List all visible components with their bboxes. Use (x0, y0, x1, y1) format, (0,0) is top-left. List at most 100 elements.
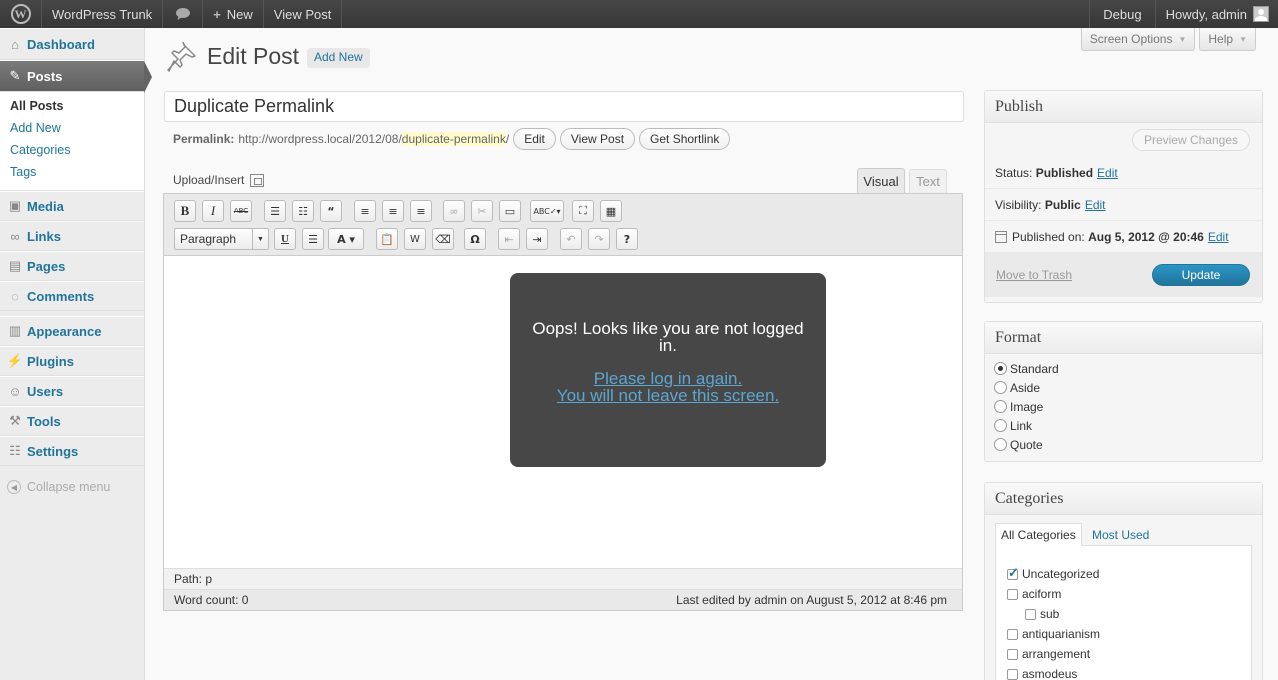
undo-icon[interactable]: ↶ (560, 228, 582, 250)
permalink-label: Permalink: (173, 132, 235, 146)
strikethrough-button[interactable]: ABC (230, 200, 252, 222)
checkbox-checked[interactable] (1007, 565, 1019, 581)
wordpress-logo-menu[interactable]: W (0, 0, 42, 28)
outdent-icon[interactable]: ⇤ (498, 228, 520, 250)
special-character-icon[interactable]: Ω (464, 228, 486, 250)
preview-changes-button[interactable]: Preview Changes (1131, 129, 1250, 151)
menu-pages[interactable]: ▤ Pages (0, 251, 144, 281)
radio-button[interactable] (994, 438, 1007, 451)
screen-options-button[interactable]: Screen Options ▼ (1080, 28, 1196, 51)
publish-box-title: Publish (985, 91, 1262, 123)
checkbox[interactable] (1007, 668, 1018, 680)
indent-icon[interactable]: ⇥ (526, 228, 548, 250)
format-option-image[interactable]: Image (985, 397, 1262, 416)
justify-icon[interactable]: ☰ (302, 228, 324, 250)
eraser-icon[interactable]: ⌫ (432, 228, 454, 250)
permalink-slug[interactable]: duplicate-permalink (401, 132, 506, 146)
menu-posts[interactable]: ✎ Posts (0, 60, 152, 93)
media-upload-icon[interactable] (250, 173, 265, 187)
menu-plugins[interactable]: ⚡ Plugins (0, 346, 144, 376)
radio-button-selected[interactable] (994, 362, 1007, 375)
tab-text[interactable]: Text (909, 169, 947, 193)
menu-posts-label: Posts (27, 68, 63, 84)
format-option-quote[interactable]: Quote (985, 435, 1262, 454)
checkbox[interactable] (1007, 648, 1018, 660)
move-to-trash-link[interactable]: Move to Trash (996, 268, 1072, 282)
format-option-standard[interactable]: Standard (985, 359, 1262, 378)
debug-menu[interactable]: Debug (1089, 0, 1154, 28)
tab-visual[interactable]: Visual (857, 168, 905, 193)
menu-settings[interactable]: ☷ Settings (0, 436, 144, 466)
help-icon[interactable]: ? (616, 228, 638, 250)
submenu-all-posts[interactable]: All Posts (0, 96, 144, 118)
submenu-categories[interactable]: Categories (0, 140, 144, 162)
blockquote-icon[interactable]: “ (320, 200, 342, 222)
radio-button[interactable] (994, 381, 1007, 394)
comments-menu[interactable] (163, 0, 204, 28)
underline-button[interactable]: U (274, 228, 296, 250)
paste-text-icon[interactable]: 📋 (376, 228, 398, 250)
numbered-list-icon[interactable]: ☷ (292, 200, 314, 222)
italic-button[interactable]: I (202, 200, 224, 222)
tab-all-categories[interactable]: All Categories (995, 523, 1082, 546)
checkbox[interactable] (1007, 588, 1018, 600)
category-item[interactable]: asmodeus (1007, 664, 1251, 680)
get-shortlink-button[interactable]: Get Shortlink (639, 128, 731, 150)
account-menu[interactable]: Howdy, admin (1154, 0, 1278, 28)
align-left-icon[interactable]: ≡ (354, 200, 376, 222)
view-post-button[interactable]: View Post (559, 128, 636, 150)
format-option-link[interactable]: Link (985, 416, 1262, 435)
redo-icon[interactable]: ↷ (588, 228, 610, 250)
fullscreen-icon[interactable]: ⛶ (572, 200, 594, 222)
menu-dashboard[interactable]: ⌂ Dashboard (0, 28, 144, 60)
category-item[interactable]: aciform (1007, 584, 1251, 604)
plus-icon: + (213, 6, 221, 22)
edit-status-link[interactable]: Edit (1097, 166, 1118, 180)
radio-button[interactable] (994, 419, 1007, 432)
add-new-button[interactable]: Add New (307, 48, 370, 68)
align-center-icon[interactable]: ≡ (382, 200, 404, 222)
checkbox[interactable] (1025, 608, 1036, 620)
site-name-link[interactable]: WordPress Trunk (42, 0, 164, 28)
tab-most-used[interactable]: Most Used (1092, 523, 1149, 546)
unlink-icon[interactable]: ✂ (471, 200, 493, 222)
submenu-tags[interactable]: Tags (0, 162, 144, 184)
kitchen-sink-icon[interactable]: ▦ (600, 200, 622, 222)
edit-permalink-button[interactable]: Edit (513, 128, 556, 150)
pushpin-icon (167, 42, 196, 72)
more-tag-icon[interactable]: ▭ (499, 200, 521, 222)
login-again-link[interactable]: Please log in again. You will not leave … (510, 370, 826, 404)
menu-users[interactable]: ☺ Users (0, 376, 144, 406)
bold-button[interactable]: B (174, 200, 196, 222)
menu-links[interactable]: ∞ Links (0, 221, 144, 251)
text-color-icon[interactable]: A ▾ (328, 228, 364, 250)
upload-insert-label: Upload/Insert (173, 173, 245, 187)
checkbox[interactable] (1007, 628, 1018, 640)
help-button[interactable]: Help ▼ (1199, 28, 1256, 51)
collapse-menu[interactable]: ◀ Collapse menu (0, 466, 144, 494)
format-select[interactable]: Paragraph ▼ (174, 228, 269, 250)
new-content-menu[interactable]: + New (203, 0, 264, 28)
post-title-input[interactable]: Duplicate Permalink (164, 91, 964, 122)
menu-comments[interactable]: ◌ Comments (0, 281, 144, 311)
bullet-list-icon[interactable]: ☰ (264, 200, 286, 222)
edit-visibility-link[interactable]: Edit (1085, 198, 1106, 212)
align-right-icon[interactable]: ≡ (410, 200, 432, 222)
category-item[interactable]: antiquarianism (1007, 624, 1251, 644)
menu-appearance[interactable]: ▥ Appearance (0, 316, 144, 346)
insert-link-icon[interactable]: ∞ (443, 200, 465, 222)
view-post-link[interactable]: View Post (264, 0, 343, 28)
category-item[interactable]: arrangement (1007, 644, 1251, 664)
category-item[interactable]: Uncategorized (1007, 564, 1251, 584)
format-option-aside[interactable]: Aside (985, 378, 1262, 397)
spellcheck-icon[interactable]: ABC✓▾ (530, 200, 564, 222)
submenu-add-new[interactable]: Add New (0, 118, 144, 140)
radio-button[interactable] (994, 400, 1007, 413)
update-button[interactable]: Update (1152, 264, 1250, 286)
menu-media[interactable]: ▣ Media (0, 191, 144, 221)
paste-word-icon[interactable]: W (404, 228, 426, 250)
upload-insert[interactable]: Upload/Insert (173, 173, 265, 187)
menu-tools[interactable]: ⚒ Tools (0, 406, 144, 436)
category-item[interactable]: sub (1007, 604, 1251, 624)
edit-date-link[interactable]: Edit (1208, 230, 1229, 244)
